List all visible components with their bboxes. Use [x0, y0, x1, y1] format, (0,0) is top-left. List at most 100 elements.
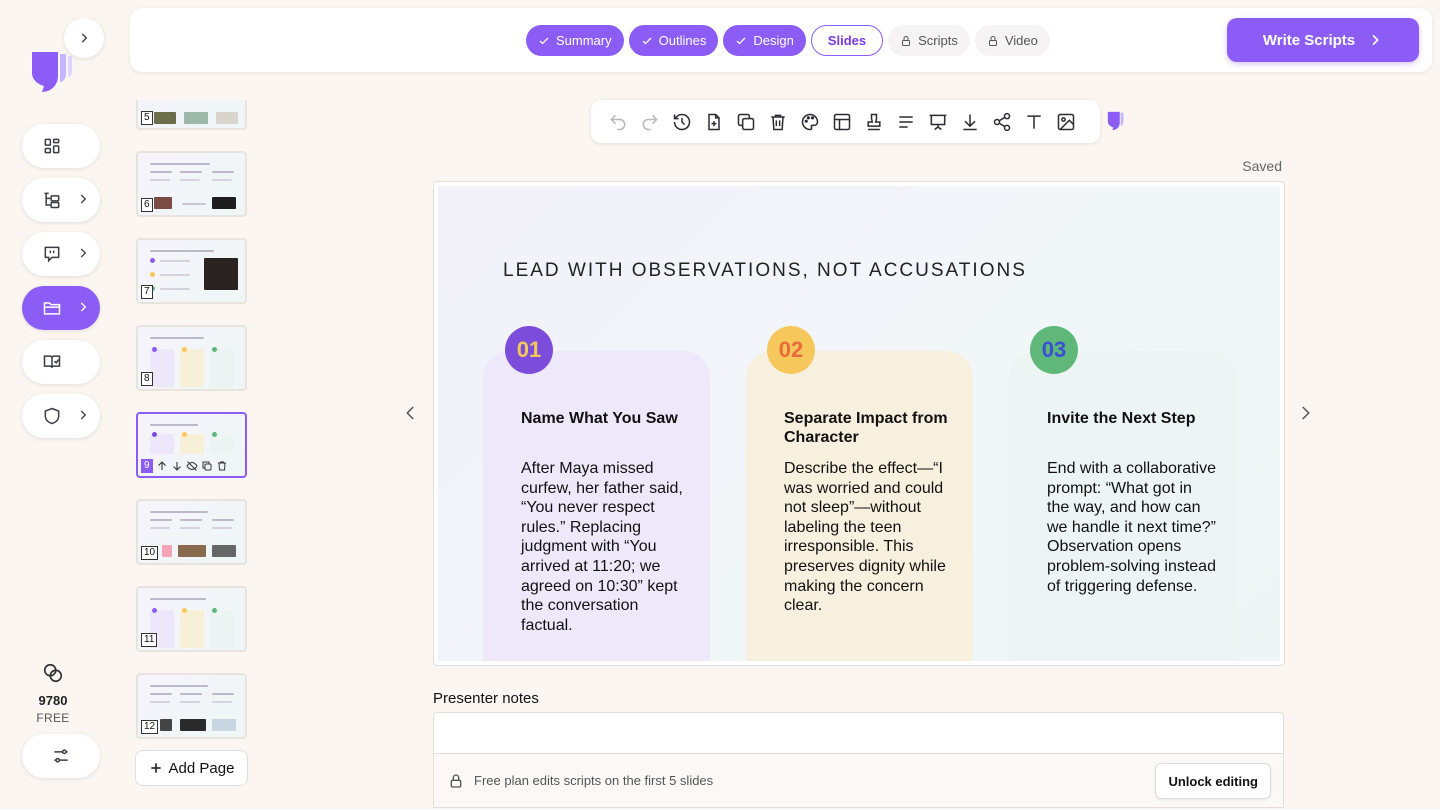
- thumb-text: [150, 171, 172, 173]
- sidebar-item-projects[interactable]: [22, 286, 100, 330]
- workflow-steps: Summary Outlines Design Slides Scripts V…: [526, 25, 1050, 56]
- thumb-dot: [182, 608, 187, 613]
- redo-button[interactable]: [639, 111, 661, 133]
- slide: LEAD WITH OBSERVATIONS, NOT ACCUSATIONS …: [438, 186, 1280, 661]
- write-scripts-label: Write Scripts: [1262, 31, 1356, 49]
- align-button[interactable]: [895, 111, 917, 133]
- sidebar-item-chat[interactable]: [22, 232, 100, 276]
- slide-card[interactable]: Name What You Saw After Maya missed curf…: [483, 351, 710, 661]
- trash-icon[interactable]: [216, 460, 228, 472]
- thumb-image: [212, 545, 236, 557]
- chevron-right-icon: [1302, 406, 1310, 420]
- text-button[interactable]: [1023, 111, 1045, 133]
- ai-assistant-button[interactable]: [1106, 110, 1128, 132]
- slide-thumbnail[interactable]: 9: [136, 412, 247, 478]
- slide-thumbnail[interactable]: 12: [136, 673, 247, 739]
- slide-thumbnail[interactable]: 7: [136, 238, 247, 304]
- slide-thumbnails[interactable]: 5 6 7 8 9 10 11 12: [130, 100, 254, 790]
- card-number-badge: 01: [505, 326, 553, 374]
- thumb-image: [180, 719, 206, 731]
- align-icon: [899, 115, 913, 128]
- thumbnail-actions: [156, 460, 228, 472]
- thumb-image: [204, 258, 238, 290]
- image-button[interactable]: [1055, 111, 1077, 133]
- slide-title[interactable]: LEAD WITH OBSERVATIONS, NOT ACCUSATIONS: [503, 260, 1027, 282]
- slide-thumbnail[interactable]: 6: [136, 151, 247, 217]
- delete-icon: [771, 114, 785, 130]
- stamp-button[interactable]: [863, 111, 885, 133]
- slide-thumbnail[interactable]: 11: [136, 586, 247, 652]
- slide-card[interactable]: Invite the Next Step End with a collabor…: [1009, 351, 1236, 661]
- thumb-card: [180, 349, 204, 387]
- move-down-icon[interactable]: [171, 460, 183, 472]
- write-scripts-button[interactable]: Write Scripts: [1227, 18, 1419, 62]
- download-button[interactable]: [959, 111, 981, 133]
- present-button[interactable]: [927, 111, 949, 133]
- undo-button[interactable]: [607, 111, 629, 133]
- free-plan-message: Free plan edits scripts on the first 5 s…: [474, 773, 714, 788]
- step-summary[interactable]: Summary: [526, 25, 624, 56]
- card-body: Describe the effect—“I was worried and c…: [784, 460, 946, 615]
- add-slide-button[interactable]: [703, 111, 725, 133]
- chevron-right-icon: [81, 33, 88, 43]
- grid-icon: [44, 138, 60, 154]
- thumb-text: [180, 519, 202, 521]
- settings-button[interactable]: [22, 734, 100, 778]
- theme-button[interactable]: [799, 111, 821, 133]
- step-slides[interactable]: Slides: [810, 25, 884, 56]
- thumb-dot: [152, 432, 157, 437]
- move-up-icon[interactable]: [156, 460, 168, 472]
- add-page-button[interactable]: Add Page: [135, 750, 248, 786]
- slide-number: 8: [141, 372, 153, 386]
- sidebar-item-security[interactable]: [22, 394, 100, 438]
- presenter-notes-box: [433, 712, 1284, 754]
- sidebar-item-outline-tree[interactable]: [22, 178, 100, 222]
- step-video[interactable]: Video: [974, 25, 1050, 56]
- add-page-label: Add Page: [168, 759, 235, 777]
- previous-slide-button[interactable]: [402, 402, 420, 429]
- thumb-image: [184, 112, 208, 124]
- slide-thumbnail[interactable]: 10: [136, 499, 247, 565]
- history-button[interactable]: [671, 111, 693, 133]
- duplicate-slide-button[interactable]: [735, 111, 757, 133]
- duplicate-icon[interactable]: [201, 460, 213, 472]
- slide-thumbnail[interactable]: 8: [136, 325, 247, 391]
- step-label: Outlines: [658, 33, 707, 48]
- thumb-text: [160, 288, 190, 290]
- thumb-text: [150, 424, 198, 426]
- thumb-text: [212, 701, 232, 703]
- step-design[interactable]: Design: [723, 25, 806, 56]
- app-logo: [28, 48, 76, 96]
- thumb-text: [182, 203, 206, 205]
- share-button[interactable]: [991, 111, 1013, 133]
- thumb-text: [212, 519, 234, 521]
- slide-thumbnail[interactable]: 5: [136, 100, 247, 130]
- slide-card[interactable]: Separate Impact from Character Describe …: [746, 351, 973, 661]
- check-icon: [642, 37, 652, 44]
- credits-count: 9780: [38, 693, 68, 708]
- sidebar-item-dashboard[interactable]: [22, 124, 100, 168]
- thumb-text: [150, 511, 208, 513]
- step-scripts[interactable]: Scripts: [888, 25, 970, 56]
- step-label: Summary: [556, 33, 612, 48]
- undo-icon: [610, 114, 626, 130]
- delete-slide-button[interactable]: [767, 111, 789, 133]
- step-label: Scripts: [918, 33, 958, 48]
- sidebar-item-library[interactable]: [22, 340, 100, 384]
- hide-icon[interactable]: [186, 460, 198, 472]
- slide-canvas[interactable]: LEAD WITH OBSERVATIONS, NOT ACCUSATIONS …: [433, 181, 1285, 666]
- folder-icon: [43, 302, 61, 315]
- slide-number: 7: [141, 285, 153, 299]
- thumb-text: [212, 693, 234, 695]
- step-outlines[interactable]: Outlines: [628, 25, 719, 56]
- thumb-text: [150, 527, 170, 529]
- chat-icon: [44, 246, 60, 263]
- layout-button[interactable]: [831, 111, 853, 133]
- add-page-icon: [708, 113, 720, 130]
- next-slide-button[interactable]: [1296, 402, 1314, 429]
- unlock-editing-button[interactable]: Unlock editing: [1155, 763, 1271, 799]
- download-icon: [963, 114, 977, 130]
- presenter-notes-input[interactable]: [434, 713, 1283, 753]
- duplicate-icon: [737, 113, 755, 130]
- chevron-right-icon: [80, 194, 87, 204]
